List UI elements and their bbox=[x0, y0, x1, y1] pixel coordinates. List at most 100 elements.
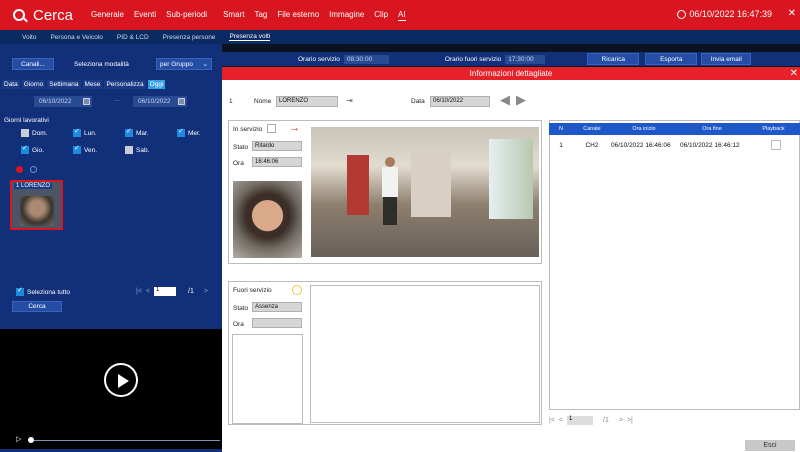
refresh-icon[interactable] bbox=[30, 166, 37, 173]
prev-icon[interactable]: ◀ bbox=[500, 92, 510, 108]
page-input[interactable]: 1 bbox=[154, 287, 176, 296]
play-icon[interactable] bbox=[104, 363, 138, 397]
day-lun[interactable]: Lun. bbox=[73, 127, 97, 137]
page-total: /1 bbox=[188, 288, 194, 295]
checkbox-in-service[interactable] bbox=[267, 124, 276, 133]
tab-presenza-persone[interactable]: Presenza persone bbox=[163, 34, 216, 41]
first-page-icon[interactable]: |< bbox=[549, 417, 555, 424]
col-ora-inizio: Ora inizio bbox=[632, 126, 656, 132]
panel-titlebar: Informazioni dettagliate ✕ bbox=[222, 67, 800, 80]
col-ora-fine: Ora fine bbox=[702, 126, 722, 132]
checkbox-select-all[interactable] bbox=[16, 286, 24, 296]
menu-eventi[interactable]: Eventi bbox=[134, 10, 156, 21]
chevron-down-icon: ⌄ bbox=[202, 61, 208, 68]
out-service-label: Orario fuori servizio bbox=[444, 55, 502, 63]
exit-button[interactable]: Esci bbox=[745, 440, 795, 451]
close-icon[interactable]: ✕ bbox=[788, 8, 796, 19]
period-settimana[interactable]: Settimana bbox=[47, 80, 81, 89]
delete-icon[interactable] bbox=[16, 166, 23, 173]
first-page-icon[interactable]: |< bbox=[136, 288, 142, 295]
email-button[interactable]: Invia email bbox=[701, 53, 752, 65]
next-page-icon[interactable]: > bbox=[204, 288, 208, 295]
period-oggi[interactable]: Oggi bbox=[147, 80, 166, 89]
date-to-input[interactable]: 06/10/2022 bbox=[133, 96, 187, 107]
clock: 06/10/2022 16:47:39 bbox=[677, 9, 772, 19]
checkbox-mer[interactable] bbox=[177, 127, 185, 137]
menu-ai[interactable]: AI bbox=[398, 10, 406, 21]
play-small-icon[interactable]: ▷ bbox=[16, 435, 21, 443]
table-row[interactable]: 1 CH2 06/10/2022 16:46:06 06/10/2022 16:… bbox=[549, 139, 800, 151]
timeline[interactable] bbox=[30, 440, 220, 441]
day-ven[interactable]: Ven. bbox=[73, 144, 97, 154]
close-icon[interactable]: ✕ bbox=[790, 67, 798, 80]
col-n: N bbox=[559, 126, 563, 132]
tab-volto[interactable]: Volto bbox=[22, 34, 36, 41]
mode-select[interactable]: per Gruppo ⌄ bbox=[156, 58, 212, 70]
day-gio[interactable]: Gio. bbox=[21, 144, 44, 154]
cell-n: 1 bbox=[559, 141, 563, 149]
day-sab[interactable]: Sab. bbox=[125, 146, 149, 154]
app-title: Cerca bbox=[33, 6, 74, 24]
mode-select-value: per Gruppo bbox=[160, 60, 193, 68]
prev-page-icon[interactable]: < bbox=[146, 288, 150, 295]
day-mar[interactable]: Mar. bbox=[125, 127, 149, 137]
out-face-placeholder bbox=[232, 334, 303, 424]
last-page-icon[interactable]: >| bbox=[627, 417, 633, 424]
calendar-icon[interactable] bbox=[83, 98, 90, 105]
out-scene-placeholder bbox=[310, 285, 540, 423]
menu-clip[interactable]: Clip bbox=[374, 10, 388, 21]
face-thumbnail[interactable]: 1 LORENZO bbox=[10, 180, 63, 230]
pager: |< < 1 /1 > bbox=[136, 287, 208, 296]
menu-sub-periodi[interactable]: Sub-periodi bbox=[166, 10, 207, 21]
state-label: Stato bbox=[233, 144, 249, 151]
top-bar: Cerca Generale Eventi Sub-periodi Smart … bbox=[0, 0, 800, 30]
reload-button[interactable]: Ricarica bbox=[587, 53, 640, 65]
channels-button[interactable]: Canali... bbox=[12, 58, 54, 70]
period-giorno[interactable]: Giorno bbox=[21, 80, 46, 89]
out-service-time[interactable]: 17:30:00 bbox=[505, 54, 546, 64]
date-separator bbox=[114, 100, 120, 101]
records-table bbox=[549, 120, 800, 410]
calendar-icon[interactable] bbox=[178, 98, 185, 105]
menu-tag[interactable]: Tag bbox=[254, 10, 267, 21]
in-service-time[interactable]: 08:30:00 bbox=[343, 54, 389, 64]
search-button[interactable]: Cerca bbox=[12, 301, 62, 312]
cell-ora-inizio: 06/10/2022 16:46:06 bbox=[611, 141, 671, 149]
day-dom[interactable]: Dom. bbox=[21, 129, 48, 137]
checkbox-dom[interactable] bbox=[21, 129, 29, 137]
checkbox-mar[interactable] bbox=[125, 127, 133, 137]
in-service-label: In servizio bbox=[233, 126, 263, 133]
tab-persona-veicolo[interactable]: Persona e Veicolo bbox=[50, 34, 102, 41]
select-all[interactable]: Seleziona tutto bbox=[16, 286, 70, 296]
day-mer[interactable]: Mer. bbox=[177, 127, 201, 137]
tab-pid-lcd[interactable]: PID & LCD bbox=[117, 34, 149, 41]
next-page-icon[interactable]: > bbox=[619, 417, 623, 424]
checkbox-ven[interactable] bbox=[73, 144, 81, 154]
menu-smart[interactable]: Smart bbox=[223, 10, 244, 21]
period-personalizza[interactable]: Personalizza bbox=[104, 80, 146, 89]
day-lun-label: Lun. bbox=[84, 129, 97, 137]
date-from-value: 06/10/2022 bbox=[39, 98, 72, 105]
thumbnail-image bbox=[20, 196, 54, 226]
date-from-input[interactable]: 06/10/2022 bbox=[34, 96, 92, 107]
timeline-handle[interactable] bbox=[28, 437, 34, 443]
table-page-input[interactable]: 1 bbox=[567, 416, 593, 425]
period-mese[interactable]: Mese bbox=[82, 80, 103, 89]
period-data[interactable]: Data bbox=[2, 80, 20, 89]
export-button[interactable]: Esporta bbox=[645, 53, 698, 65]
export-icon[interactable]: ⇥ bbox=[346, 96, 353, 105]
menu-immagine[interactable]: Immagine bbox=[329, 10, 364, 21]
next-icon[interactable]: ▶ bbox=[516, 92, 526, 108]
prev-page-icon[interactable]: < bbox=[559, 417, 563, 424]
playback-icon[interactable] bbox=[771, 140, 781, 150]
name-field: LORENZO bbox=[276, 96, 338, 107]
menu-generale[interactable]: Generale bbox=[91, 10, 124, 21]
checkbox-lun[interactable] bbox=[73, 127, 81, 137]
menu-file-esterno[interactable]: File esterno bbox=[277, 10, 319, 21]
date-field[interactable]: 06/10/2022 bbox=[430, 96, 490, 107]
tab-presenza-volti[interactable]: Presenza volti bbox=[229, 33, 271, 41]
checkbox-sab[interactable] bbox=[125, 146, 133, 154]
video-player bbox=[0, 329, 222, 449]
checkbox-gio[interactable] bbox=[21, 144, 29, 154]
col-canale: Canale bbox=[583, 126, 601, 132]
